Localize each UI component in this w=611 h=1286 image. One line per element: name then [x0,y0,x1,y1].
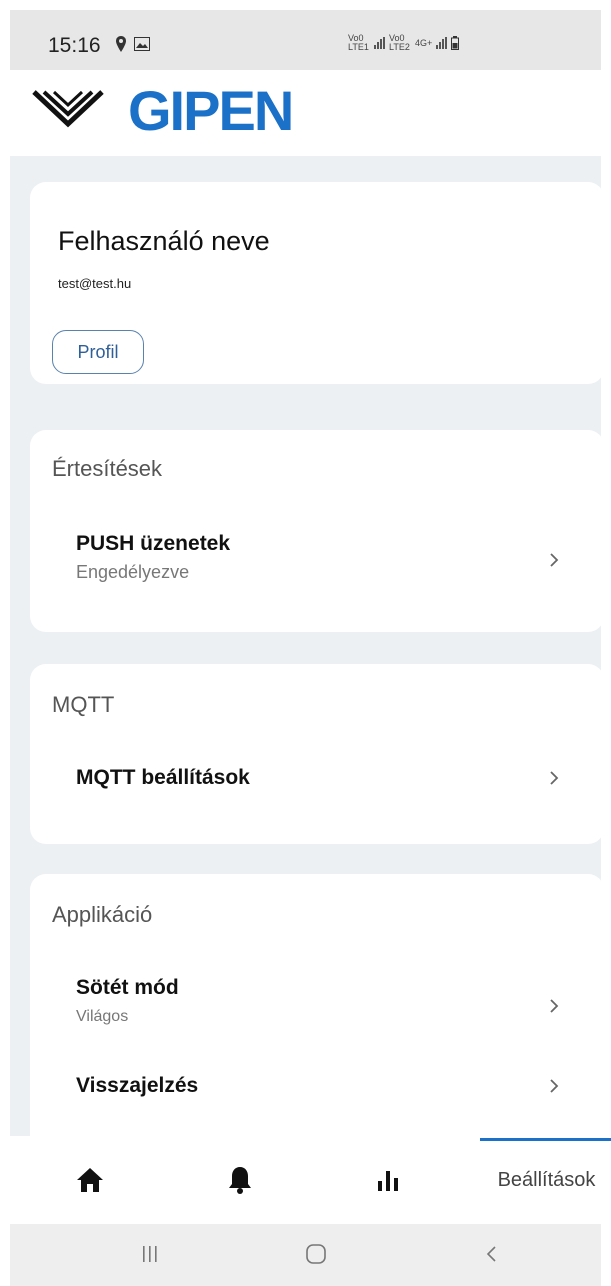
network-label-1: Vo0 LTE1 [348,33,369,52]
status-bar: 15:16 Vo0 LTE1 Vo0 LTE2 4G+ [10,10,601,70]
push-notifications-label: PUSH üzenetek [76,532,231,555]
chevron-right-icon [550,771,559,785]
settings-content[interactable]: Felhasználó neve test@test.hu Profil Ért… [10,156,601,1136]
bell-icon [229,1167,251,1194]
network-label-3: 4G+ [415,37,433,48]
push-notifications-value: Engedélyezve [76,562,190,582]
profile-email: test@test.hu [58,276,132,291]
recent-apps-icon [143,1246,157,1262]
nav-settings[interactable]: Beállítások [482,1136,611,1224]
notifications-section-title: Értesítések [52,456,163,481]
home-icon [77,1168,103,1192]
network-label-2: Vo0 LTE2 [389,33,410,52]
bottom-navigation: Beállítások [10,1136,611,1224]
nav-home[interactable] [60,1136,120,1224]
application-section-title: Applikáció [52,902,153,927]
feedback-label: Visszajelzés [76,1074,199,1097]
dark-mode-row[interactable]: Sötét mód Világos [30,972,601,1042]
mqtt-card: MQTT MQTT beállítások [30,664,601,844]
nav-settings-label: Beállítások [497,1168,596,1191]
gipen-logo-icon [32,90,104,128]
nav-statistics[interactable] [358,1136,418,1224]
feedback-row[interactable]: Visszajelzés [30,1062,601,1132]
push-notifications-row[interactable]: PUSH üzenetek Engedélyezve [30,526,601,596]
application-card: Applikáció Sötét mód Világos Visszajelzé… [30,874,601,1136]
mqtt-settings-row[interactable]: MQTT beállítások [30,750,601,820]
gallery-icon [134,37,150,51]
home-circle-icon [306,1244,326,1264]
logo-text: GIPEN [128,79,294,142]
notifications-card: Értesítések PUSH üzenetek Engedélyezve [30,430,601,632]
chevron-right-icon [550,999,559,1013]
recent-apps-button[interactable] [130,1236,170,1272]
battery-icon [451,36,460,50]
mqtt-section-title: MQTT [52,692,115,717]
profile-card: Felhasználó neve test@test.hu Profil [30,182,601,384]
chevron-right-icon [550,553,559,567]
status-time: 15:16 [48,34,101,57]
location-pin-icon [116,36,126,52]
profile-name: Felhasználó neve [58,226,270,256]
back-button[interactable] [472,1236,512,1272]
back-icon [486,1246,496,1262]
bar-chart-icon [378,1171,398,1191]
system-navigation-bar [10,1224,601,1286]
dark-mode-value: Világos [76,1008,129,1025]
home-button[interactable] [296,1236,336,1272]
mqtt-settings-label: MQTT beállítások [76,766,250,789]
chevron-right-icon [550,1079,559,1093]
signal-strength-icon [374,37,385,49]
dark-mode-label: Sötét mód [76,976,179,999]
signal-strength-icon-2 [436,37,448,49]
app-header: GIPEN [10,70,601,156]
profile-button[interactable]: Profil [52,330,144,374]
nav-notifications[interactable] [210,1136,270,1224]
